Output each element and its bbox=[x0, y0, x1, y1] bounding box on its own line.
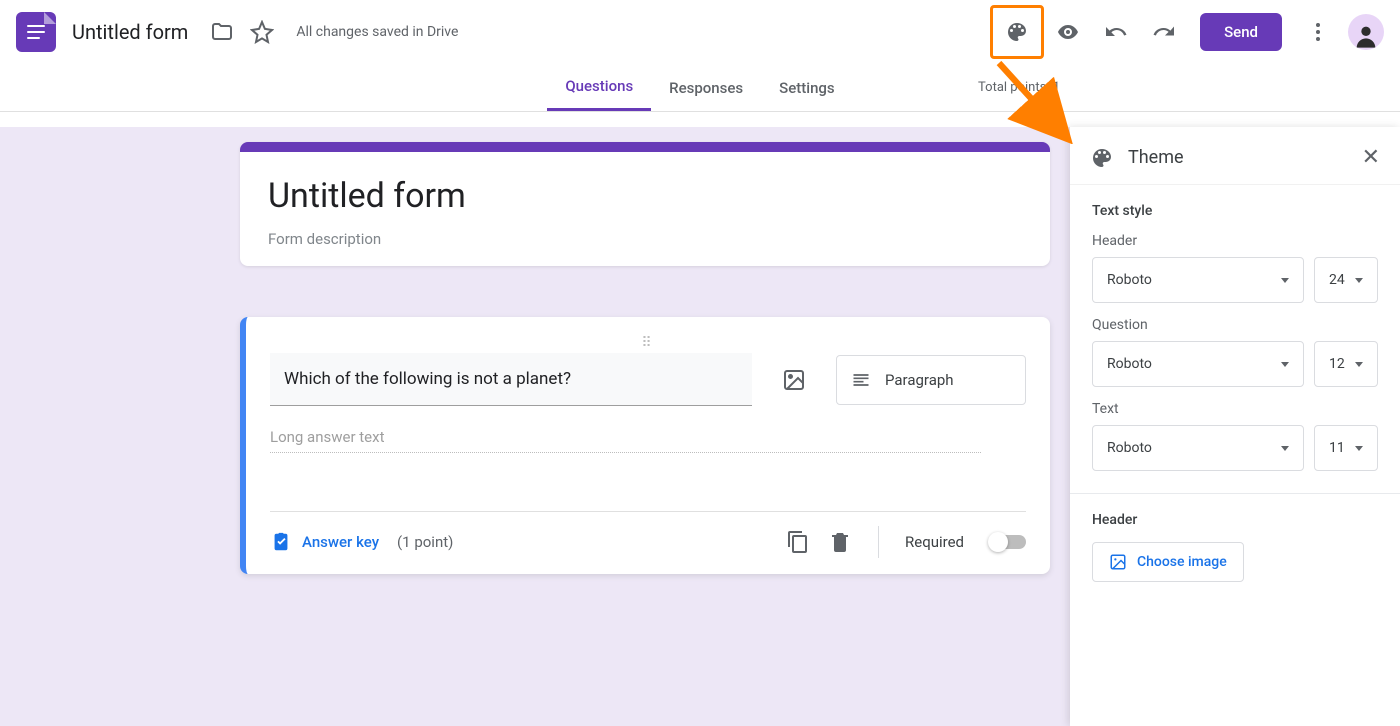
duplicate-button[interactable] bbox=[786, 530, 810, 554]
header-font-select[interactable]: Roboto bbox=[1092, 257, 1304, 303]
close-theme-button[interactable]: ✕ bbox=[1362, 145, 1380, 170]
chevron-down-icon bbox=[1355, 362, 1363, 367]
header-section-label: Header bbox=[1092, 512, 1378, 528]
undo-button[interactable] bbox=[1092, 8, 1140, 56]
long-answer-placeholder: Long answer text bbox=[270, 428, 981, 453]
points-label: (1 point) bbox=[397, 533, 453, 551]
text-font-label: Text bbox=[1092, 401, 1378, 417]
save-status: All changes saved in Drive bbox=[296, 24, 458, 40]
move-to-folder-icon[interactable] bbox=[210, 20, 234, 44]
image-icon bbox=[1109, 553, 1127, 571]
account-avatar[interactable] bbox=[1348, 14, 1384, 50]
chevron-down-icon bbox=[1281, 446, 1289, 451]
form-header-card[interactable]: Untitled form Form description bbox=[240, 142, 1050, 266]
answer-key-label: Answer key bbox=[302, 533, 379, 551]
star-icon[interactable] bbox=[250, 20, 274, 44]
app-header: Untitled form All changes saved in Drive… bbox=[0, 0, 1400, 64]
customize-theme-button[interactable] bbox=[990, 5, 1044, 59]
answer-key-icon bbox=[270, 531, 292, 553]
header-font-label: Header bbox=[1092, 233, 1378, 249]
tabs-row: Questions Responses Settings Total point… bbox=[0, 64, 1400, 112]
question-type-label: Paragraph bbox=[885, 371, 954, 389]
tab-questions[interactable]: Questions bbox=[547, 64, 651, 111]
total-points-label: Total points: 1 bbox=[978, 80, 1060, 95]
text-style-section-label: Text style bbox=[1092, 203, 1378, 219]
send-button[interactable]: Send bbox=[1200, 13, 1282, 51]
drag-handle-icon[interactable]: ⠿ bbox=[270, 335, 1026, 349]
paragraph-icon bbox=[851, 370, 871, 390]
tab-settings[interactable]: Settings bbox=[761, 64, 853, 111]
required-label: Required bbox=[905, 533, 964, 551]
question-font-select[interactable]: Roboto bbox=[1092, 341, 1304, 387]
required-toggle[interactable] bbox=[990, 535, 1026, 549]
more-options-button[interactable] bbox=[1294, 8, 1342, 56]
tab-responses[interactable]: Responses bbox=[651, 64, 761, 111]
preview-button[interactable] bbox=[1044, 8, 1092, 56]
choose-image-button[interactable]: Choose image bbox=[1092, 542, 1244, 582]
theme-panel: Theme ✕ Text style Header Roboto 24 Ques… bbox=[1070, 127, 1400, 726]
chevron-down-icon bbox=[1281, 278, 1289, 283]
question-size-select[interactable]: 12 bbox=[1314, 341, 1378, 387]
header-size-select[interactable]: 24 bbox=[1314, 257, 1378, 303]
redo-button[interactable] bbox=[1140, 8, 1188, 56]
answer-key-button[interactable]: Answer key bbox=[270, 531, 379, 553]
text-font-select[interactable]: Roboto bbox=[1092, 425, 1304, 471]
question-card[interactable]: ⠿ Paragraph Long answer text Answer key … bbox=[240, 317, 1050, 574]
question-text-input[interactable] bbox=[270, 353, 752, 406]
question-type-select[interactable]: Paragraph bbox=[836, 355, 1026, 405]
add-image-button[interactable] bbox=[772, 358, 816, 402]
chevron-down-icon bbox=[1355, 278, 1363, 283]
chevron-down-icon bbox=[1355, 446, 1363, 451]
document-title[interactable]: Untitled form bbox=[72, 20, 188, 44]
delete-button[interactable] bbox=[828, 530, 852, 554]
form-title[interactable]: Untitled form bbox=[268, 176, 1022, 216]
forms-logo-icon[interactable] bbox=[16, 12, 56, 52]
text-size-select[interactable]: 11 bbox=[1314, 425, 1378, 471]
palette-icon bbox=[1090, 146, 1114, 170]
form-description[interactable]: Form description bbox=[268, 230, 1022, 248]
question-font-label: Question bbox=[1092, 317, 1378, 333]
theme-panel-title: Theme bbox=[1128, 147, 1348, 168]
choose-image-label: Choose image bbox=[1137, 554, 1227, 570]
chevron-down-icon bbox=[1281, 362, 1289, 367]
